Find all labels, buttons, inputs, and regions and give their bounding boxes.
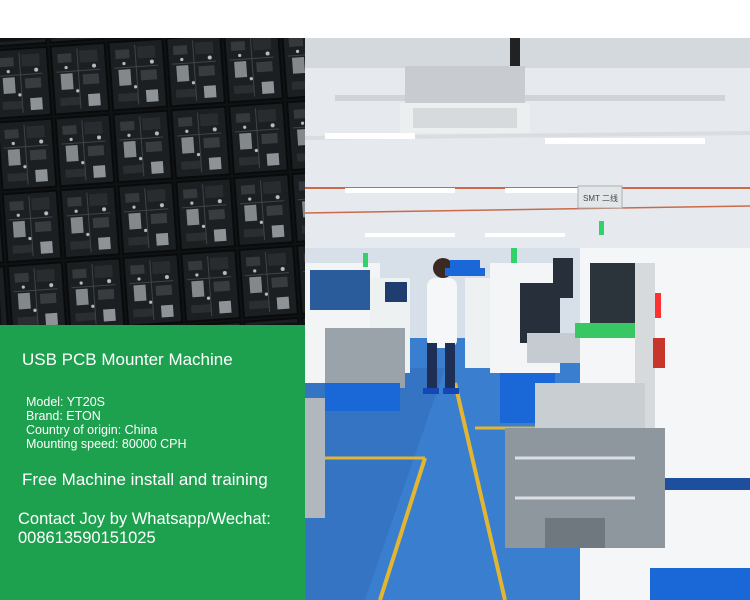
contact-text: Contact Joy by Whatsapp/Wechat: xyxy=(18,510,271,528)
smt-line-sign: SMT 二线 xyxy=(583,193,618,203)
factory-photo: SMT 二线 xyxy=(305,38,750,600)
spec-model: Model: YT20S xyxy=(26,395,105,409)
spec-country: Country of origin: China xyxy=(26,423,158,437)
free-offer-text: Free Machine install and training xyxy=(22,470,268,489)
info-panel: USB PCB Mounter Machine Model: YT20S Bra… xyxy=(0,325,305,600)
pcb-boards-image xyxy=(0,38,305,325)
spec-speed: Mounting speed: 80000 CPH xyxy=(26,437,187,451)
phone-number: 008613590151025 xyxy=(18,529,156,547)
spec-brand: Brand: ETON xyxy=(26,409,101,423)
pcb-photo xyxy=(0,38,305,325)
smt-production-line-image: SMT 二线 xyxy=(305,38,750,600)
product-title: USB PCB Mounter Machine xyxy=(22,350,233,369)
